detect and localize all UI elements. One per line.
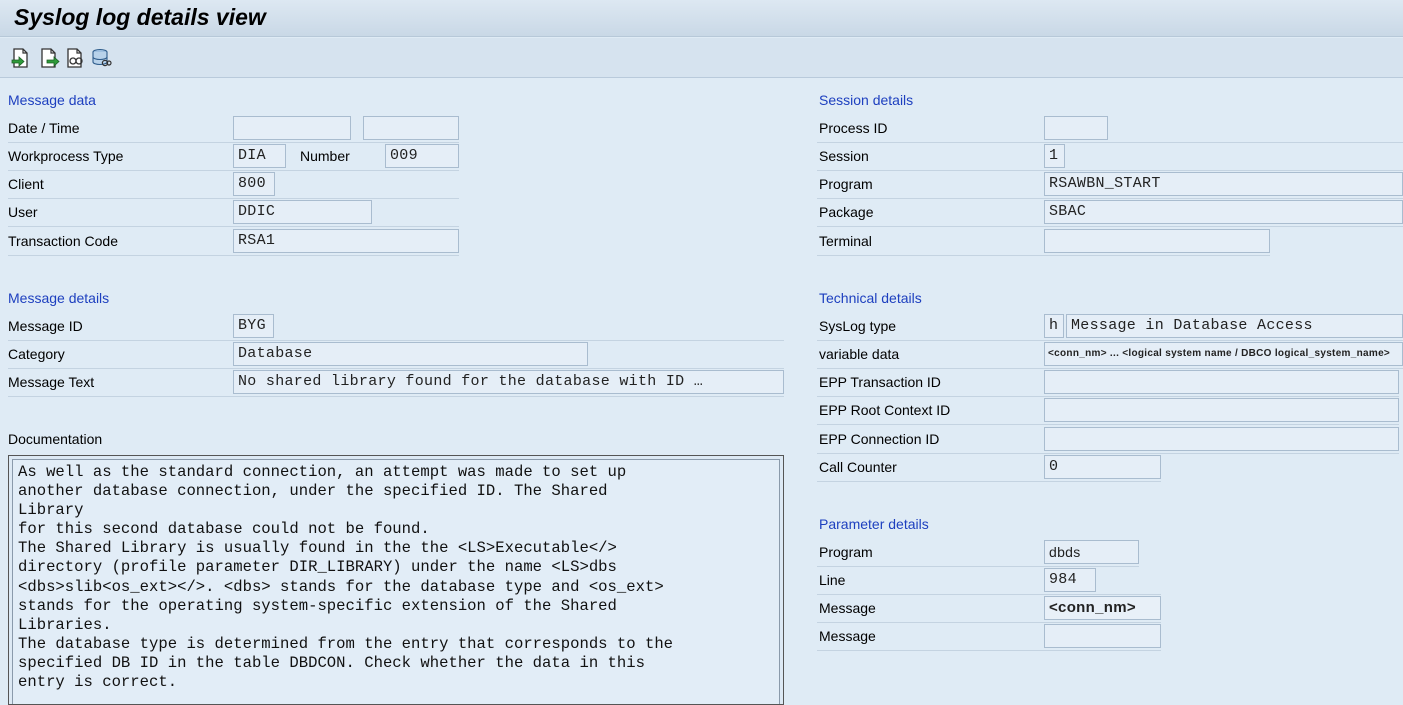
- workprocess-type-label: Workprocess Type: [8, 148, 124, 164]
- param-line-label: Line: [819, 572, 846, 588]
- param-program-label: Program: [819, 544, 873, 560]
- message-text-label: Message Text: [8, 374, 95, 390]
- terminal-field[interactable]: [1044, 229, 1270, 253]
- next-icon[interactable]: [38, 47, 60, 69]
- client-label: Client: [8, 176, 44, 192]
- process-id-field[interactable]: [1044, 116, 1108, 140]
- category-field[interactable]: Database: [233, 342, 588, 366]
- date-field[interactable]: [233, 116, 351, 140]
- previous-icon[interactable]: [10, 47, 32, 69]
- date-time-label: Date / Time: [8, 120, 80, 136]
- param-program-field[interactable]: dbds: [1044, 540, 1139, 564]
- client-field[interactable]: 800: [233, 172, 275, 196]
- call-counter-label: Call Counter: [819, 459, 897, 475]
- documentation-text: As well as the standard connection, an a…: [18, 463, 674, 692]
- package-label: Package: [819, 204, 874, 220]
- user-field[interactable]: DDIC: [233, 200, 372, 224]
- program-field[interactable]: RSAWBN_START: [1044, 172, 1403, 196]
- param-line-field[interactable]: 984: [1044, 568, 1096, 592]
- number-field[interactable]: 009: [385, 144, 459, 168]
- epp-transaction-id-field[interactable]: [1044, 370, 1399, 394]
- documentation-label: Documentation: [8, 431, 103, 447]
- terminal-label: Terminal: [819, 233, 872, 249]
- database-icon[interactable]: [90, 47, 112, 69]
- param-message1-label: Message: [819, 600, 876, 616]
- technical-details-heading: Technical details: [819, 290, 922, 306]
- epp-connection-id-label: EPP Connection ID: [819, 431, 940, 447]
- call-counter-field[interactable]: 0: [1044, 455, 1161, 479]
- message-details-heading: Message details: [8, 290, 110, 306]
- detail-icon[interactable]: [64, 47, 86, 69]
- category-label: Category: [8, 346, 65, 362]
- variable-data-label: variable data: [819, 346, 900, 362]
- program-label: Program: [819, 176, 873, 192]
- number-label: Number: [300, 148, 350, 164]
- time-field[interactable]: [363, 116, 459, 140]
- epp-root-context-id-field[interactable]: [1044, 398, 1399, 422]
- transaction-code-label: Transaction Code: [8, 233, 118, 249]
- syslog-type-label: SysLog type: [819, 318, 897, 334]
- user-label: User: [8, 204, 38, 220]
- syslog-type-text-field[interactable]: Message in Database Access: [1066, 314, 1403, 338]
- param-message1-field[interactable]: <conn_nm>: [1044, 596, 1161, 620]
- process-id-label: Process ID: [819, 120, 888, 136]
- param-message2-label: Message: [819, 628, 876, 644]
- message-id-field[interactable]: BYG: [233, 314, 274, 338]
- documentation-box: As well as the standard connection, an a…: [8, 455, 784, 705]
- transaction-code-field[interactable]: RSA1: [233, 229, 459, 253]
- session-details-heading: Session details: [819, 92, 914, 108]
- page-title: Syslog log details view: [14, 4, 266, 30]
- parameter-details-heading: Parameter details: [819, 516, 929, 532]
- documentation-text-area[interactable]: As well as the standard connection, an a…: [12, 459, 780, 704]
- epp-connection-id-field[interactable]: [1044, 427, 1399, 451]
- epp-root-context-id-label: EPP Root Context ID: [819, 402, 951, 418]
- application-toolbar: [0, 38, 1403, 78]
- session-field[interactable]: 1: [1044, 144, 1065, 168]
- message-id-label: Message ID: [8, 318, 83, 334]
- message-data-heading: Message data: [8, 92, 96, 108]
- variable-data-field[interactable]: <conn_nm> ... <logical system name / DBC…: [1044, 342, 1403, 366]
- syslog-type-code-field[interactable]: h: [1044, 314, 1064, 338]
- session-label: Session: [819, 148, 869, 164]
- title-bar: Syslog log details view: [0, 0, 1403, 37]
- workprocess-type-field[interactable]: DIA: [233, 144, 286, 168]
- message-text-field[interactable]: No shared library found for the database…: [233, 370, 784, 394]
- package-field[interactable]: SBAC: [1044, 200, 1403, 224]
- param-message2-field[interactable]: [1044, 624, 1161, 648]
- epp-transaction-id-label: EPP Transaction ID: [819, 374, 941, 390]
